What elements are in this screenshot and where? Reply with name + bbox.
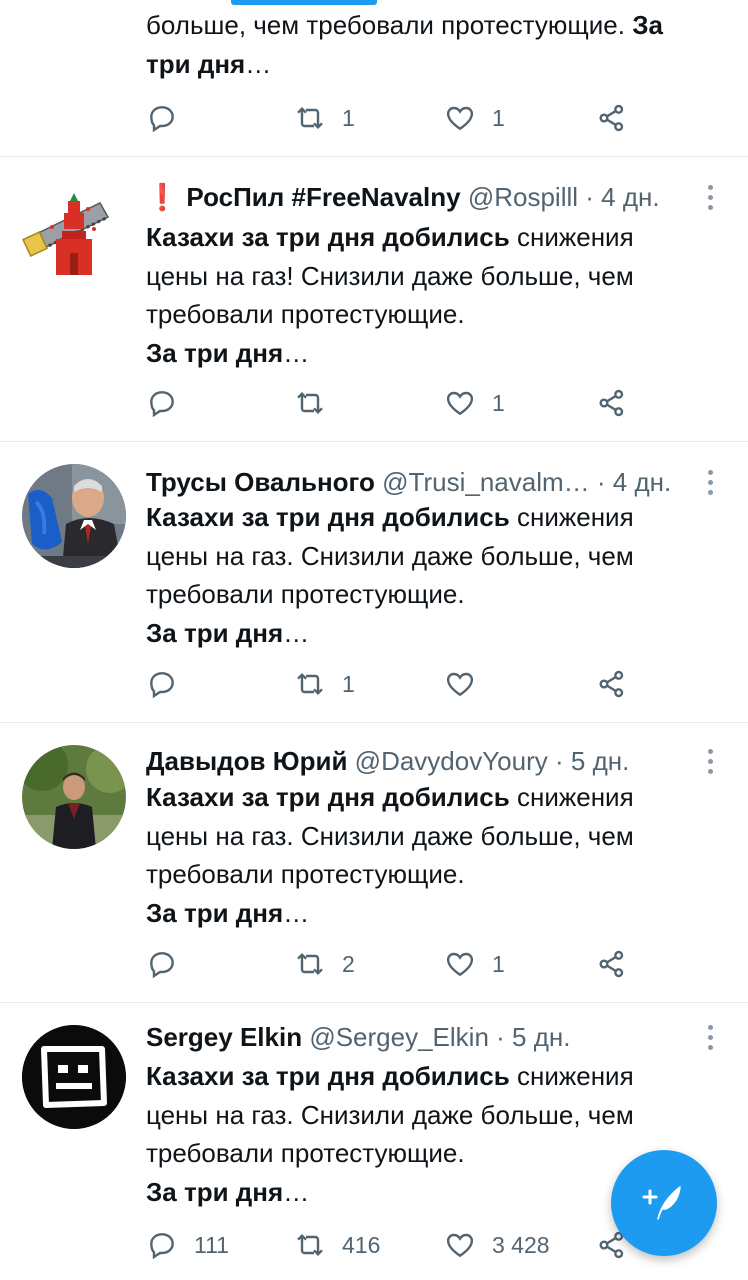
tweet-header: ❗ РосПил #FreeNavalny @Rospilll · 4 дн. — [146, 179, 708, 215]
tweet-partial[interactable]: больше, чем требовали протестующие. За т… — [0, 0, 748, 156]
like-count: 1 — [492, 389, 505, 416]
reply-icon — [150, 672, 174, 699]
more-vertical-icon[interactable] — [702, 1019, 718, 1055]
tweet-text: Казахи за три дня добились снижения цены… — [146, 782, 634, 928]
reply-button[interactable] — [146, 664, 194, 704]
author-handle[interactable]: @Sergey_Elkin — [309, 1022, 489, 1052]
heart-icon — [446, 952, 474, 977]
reply-button[interactable] — [146, 383, 194, 423]
more-vertical-icon[interactable] — [702, 464, 718, 500]
retweet-count: 2 — [342, 950, 355, 977]
tweet[interactable]: ❗ РосПил #FreeNavalny @Rospilll · 4 дн. К… — [0, 157, 748, 441]
tweet-time[interactable]: · 5 дн. — [496, 1022, 570, 1052]
like-button[interactable]: 1 — [444, 944, 505, 984]
retweet-button[interactable]: 2 — [294, 944, 355, 984]
retweet-count: 1 — [342, 670, 355, 697]
tweet[interactable]: Давыдов Юрий @DavydovYoury · 5 дн. Казах… — [0, 723, 748, 1002]
tweet-text: Казахи за три дня добились снижения цены… — [146, 502, 634, 648]
share-icon — [599, 104, 624, 132]
share-button[interactable] — [596, 383, 628, 423]
man-outdoors-photo — [22, 745, 126, 849]
retweet-icon — [297, 952, 323, 976]
avatar[interactable] — [22, 464, 126, 568]
retweet-count: 416 — [342, 1231, 381, 1258]
reply-count: 111 — [194, 1231, 229, 1258]
tweet-actions: 2 1 — [146, 944, 646, 984]
man-holding-blue-cloth-photo — [22, 464, 126, 568]
retweet-button[interactable]: 416 — [294, 1225, 380, 1265]
like-button[interactable] — [444, 664, 492, 704]
author-name[interactable]: Трусы Овального — [146, 467, 375, 497]
like-button[interactable]: 3 428 — [444, 1225, 550, 1265]
author-handle[interactable]: @Rospilll — [468, 182, 578, 212]
avatar[interactable] — [22, 1025, 126, 1129]
like-count: 1 — [492, 950, 505, 977]
retweet-icon — [297, 1233, 323, 1257]
reply-icon — [150, 952, 174, 979]
reply-icon — [150, 106, 174, 133]
more-vertical-icon[interactable] — [702, 743, 718, 779]
share-button[interactable] — [596, 664, 628, 704]
tweet-time[interactable]: · 5 дн. — [555, 746, 629, 776]
author-handle[interactable]: @Trusi_navalm… — [382, 467, 589, 497]
share-icon — [599, 389, 624, 417]
tweet-actions: 1 — [146, 383, 646, 423]
avatar[interactable] — [22, 179, 126, 283]
tweet-time[interactable]: · 4 дн. — [585, 182, 659, 212]
kremlin-saw-logo — [22, 193, 110, 275]
tweet-text: Казахи за три дня добились снижения цены… — [146, 222, 634, 368]
tweet-header: Sergey Elkin @Sergey_Elkin · 5 дн. — [146, 1019, 708, 1055]
more-vertical-icon[interactable] — [702, 179, 718, 215]
reply-button[interactable] — [146, 98, 178, 138]
share-icon — [599, 670, 624, 698]
tweet-header: Трусы Овального @Trusi_navalm… · 4 дн. — [146, 464, 708, 500]
retweet-button[interactable] — [294, 383, 342, 423]
share-button[interactable] — [596, 98, 628, 138]
retweet-count: 1 — [342, 104, 355, 131]
tweet[interactable]: Трусы Овального @Trusi_navalm… · 4 дн. К… — [0, 442, 748, 722]
tweet-actions: 1 1 — [146, 98, 646, 138]
retweet-icon — [297, 672, 323, 696]
author-name[interactable]: Давыдов Юрий — [146, 746, 347, 776]
heart-icon — [446, 672, 474, 697]
reply-icon — [150, 1233, 174, 1260]
compose-tweet-icon — [642, 1186, 681, 1220]
retweet-icon — [297, 106, 323, 130]
heart-icon — [446, 1233, 474, 1258]
like-count: 1 — [492, 104, 505, 131]
tweet-header: Давыдов Юрий @DavydovYoury · 5 дн. — [146, 743, 708, 779]
share-icon — [599, 950, 624, 978]
author-name[interactable]: Sergey Elkin — [146, 1022, 302, 1052]
avatar[interactable] — [22, 745, 126, 849]
like-count: 3 428 — [492, 1231, 550, 1258]
retweet-icon — [297, 391, 323, 415]
exclamation-icon: ❗ — [146, 182, 179, 212]
heart-icon — [446, 391, 474, 416]
author-handle[interactable]: @DavydovYoury — [355, 746, 548, 776]
tweet-time[interactable]: · 4 дн. — [597, 467, 671, 497]
retweet-button[interactable]: 1 — [294, 98, 355, 138]
compose-tweet-button[interactable] — [611, 1150, 717, 1256]
author-name[interactable]: РосПил #FreeNavalny — [186, 182, 460, 212]
like-button[interactable]: 1 — [444, 383, 505, 423]
reply-button[interactable]: 111 — [146, 1225, 229, 1265]
black-circle-square-face-logo — [22, 1025, 126, 1129]
tweet-text: больше, чем требовали протестующие. За т… — [146, 10, 663, 79]
like-button[interactable]: 1 — [444, 98, 505, 138]
reply-icon — [150, 391, 174, 418]
heart-icon — [446, 106, 474, 131]
reply-button[interactable] — [146, 944, 194, 984]
share-button[interactable] — [596, 944, 628, 984]
tweet-actions: 1 — [146, 664, 646, 704]
retweet-button[interactable]: 1 — [294, 664, 355, 704]
tweet-actions: 111 416 3 428 — [146, 1225, 646, 1265]
